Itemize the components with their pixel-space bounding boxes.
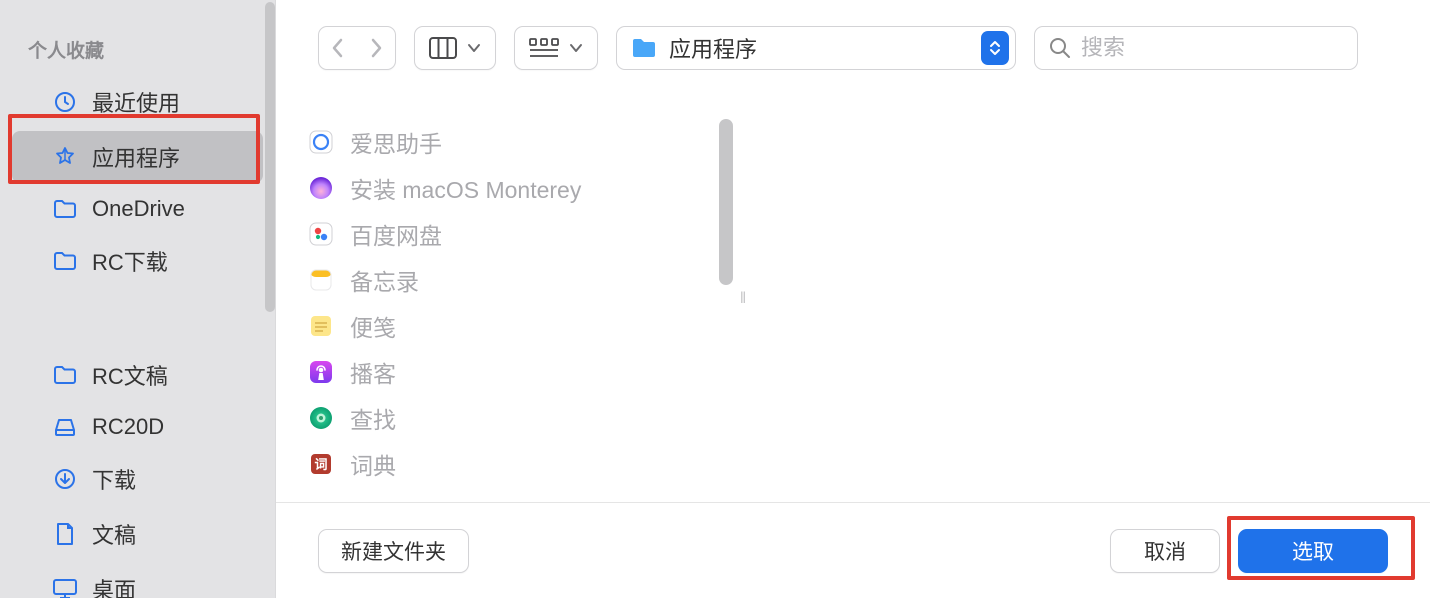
location-stepper[interactable]	[981, 31, 1009, 65]
file-row[interactable]: 播客	[296, 349, 723, 395]
sidebar-item-label: 桌面	[92, 573, 136, 598]
sidebar-item-label: 最近使用	[92, 86, 180, 118]
file-name: 词典	[350, 447, 396, 481]
search-field[interactable]	[1034, 26, 1358, 70]
sidebar-item-label: 应用程序	[92, 141, 180, 173]
choose-button[interactable]: 选取	[1238, 529, 1388, 573]
clock-icon	[52, 89, 78, 115]
sidebar-item-label: RC20D	[92, 414, 164, 440]
search-input[interactable]	[1081, 35, 1343, 61]
sidebar-item-label: RC文稿	[92, 359, 168, 391]
app-install-macos-icon	[306, 173, 336, 203]
sidebar-item-label: 下载	[92, 463, 136, 495]
sidebar-item-文稿[interactable]: 文稿	[12, 508, 263, 560]
sidebar-item-最近使用[interactable]: 最近使用	[12, 76, 263, 128]
file-row[interactable]: 备忘录	[296, 257, 723, 303]
group-by-button[interactable]	[514, 26, 598, 70]
app-aisizhushou-icon	[306, 127, 336, 157]
folder-icon	[52, 248, 78, 274]
file-row[interactable]: 查找	[296, 395, 723, 441]
chevron-down-icon	[569, 43, 583, 53]
file-name: 安装 macOS Monterey	[350, 171, 581, 205]
scrollbar-thumb[interactable]	[265, 2, 275, 312]
app-dictionary-icon: 词	[306, 449, 336, 479]
chevron-down-icon	[467, 43, 481, 53]
sidebar: 个人收藏 最近使用应用程序 OneDrive RC下载 RC文稿 RC20D 下载文稿桌面	[0, 0, 276, 598]
group-icon	[529, 37, 559, 59]
columns-icon	[429, 37, 457, 59]
chevron-right-icon	[369, 38, 383, 58]
sidebar-item-label: OneDrive	[92, 196, 185, 222]
main-panel: 应用程序 爱思助手安装 macOS Monterey 百度网盘备忘录便笺播客查找词…	[276, 0, 1430, 598]
chevron-up-icon	[989, 40, 1001, 48]
svg-text:词: 词	[314, 457, 327, 472]
sidebar-section-title: 个人收藏	[0, 28, 275, 73]
desktop-icon	[52, 576, 78, 598]
sidebar-item-RC20D[interactable]: RC20D	[12, 404, 263, 450]
file-name: 查找	[350, 401, 396, 435]
view-columns-button[interactable]	[414, 26, 496, 70]
sidebar-item-RC下载[interactable]: RC下载	[12, 235, 263, 287]
sidebar-item-RC文稿[interactable]: RC文稿	[12, 349, 263, 401]
file-name: 备忘录	[350, 263, 419, 297]
chevron-left-icon	[331, 38, 345, 58]
sidebar-item-label: RC下载	[92, 245, 168, 277]
file-column-2	[754, 95, 1430, 502]
location-dropdown[interactable]: 应用程序	[616, 26, 1016, 70]
new-folder-button[interactable]: 新建文件夹	[318, 529, 469, 573]
file-name: 爱思助手	[350, 125, 442, 159]
sidebar-item-label: 文稿	[92, 518, 136, 550]
disk-icon	[52, 414, 78, 440]
download-icon	[52, 466, 78, 492]
file-row[interactable]: 词 词典	[296, 441, 723, 487]
column-divider[interactable]: ‖	[734, 95, 754, 502]
sidebar-item-OneDrive[interactable]: OneDrive	[12, 186, 263, 232]
search-icon	[1049, 37, 1071, 59]
applications-icon	[52, 144, 78, 170]
chevron-down-icon	[989, 48, 1001, 56]
sidebar-item-下载[interactable]: 下载	[12, 453, 263, 505]
sidebar-item-应用程序[interactable]: 应用程序	[12, 131, 263, 183]
app-podcasts-icon	[306, 357, 336, 387]
file-name: 百度网盘	[350, 217, 442, 251]
location-text: 应用程序	[669, 32, 969, 64]
app-findmy-icon	[306, 403, 336, 433]
toolbar: 应用程序	[276, 0, 1430, 95]
app-stickies-icon	[306, 311, 336, 341]
file-name: 播客	[350, 355, 396, 389]
file-row[interactable]: 便笺	[296, 303, 723, 349]
grip-icon: ‖	[740, 290, 749, 308]
content-area: 爱思助手安装 macOS Monterey 百度网盘备忘录便笺播客查找词 词典 ‖	[276, 95, 1430, 502]
app-notes-icon	[306, 265, 336, 295]
file-row[interactable]: 安装 macOS Monterey	[296, 165, 723, 211]
back-button[interactable]	[319, 38, 357, 58]
folder-icon	[52, 196, 78, 222]
cancel-button[interactable]: 取消	[1110, 529, 1220, 573]
app-baidunetdisk-icon	[306, 219, 336, 249]
footer: 新建文件夹 取消 选取	[276, 502, 1430, 598]
file-row[interactable]: 爱思助手	[296, 119, 723, 165]
scrollbar-thumb[interactable]	[719, 119, 733, 285]
file-name: 便笺	[350, 309, 396, 343]
forward-button[interactable]	[357, 38, 395, 58]
sidebar-item-桌面[interactable]: 桌面	[12, 563, 263, 598]
file-column-1: 爱思助手安装 macOS Monterey 百度网盘备忘录便笺播客查找词 词典	[276, 95, 734, 502]
folder-icon	[52, 362, 78, 388]
file-row[interactable]: 百度网盘	[296, 211, 723, 257]
folder-icon	[631, 37, 657, 59]
document-icon	[52, 521, 78, 547]
nav-back-forward	[318, 26, 396, 70]
